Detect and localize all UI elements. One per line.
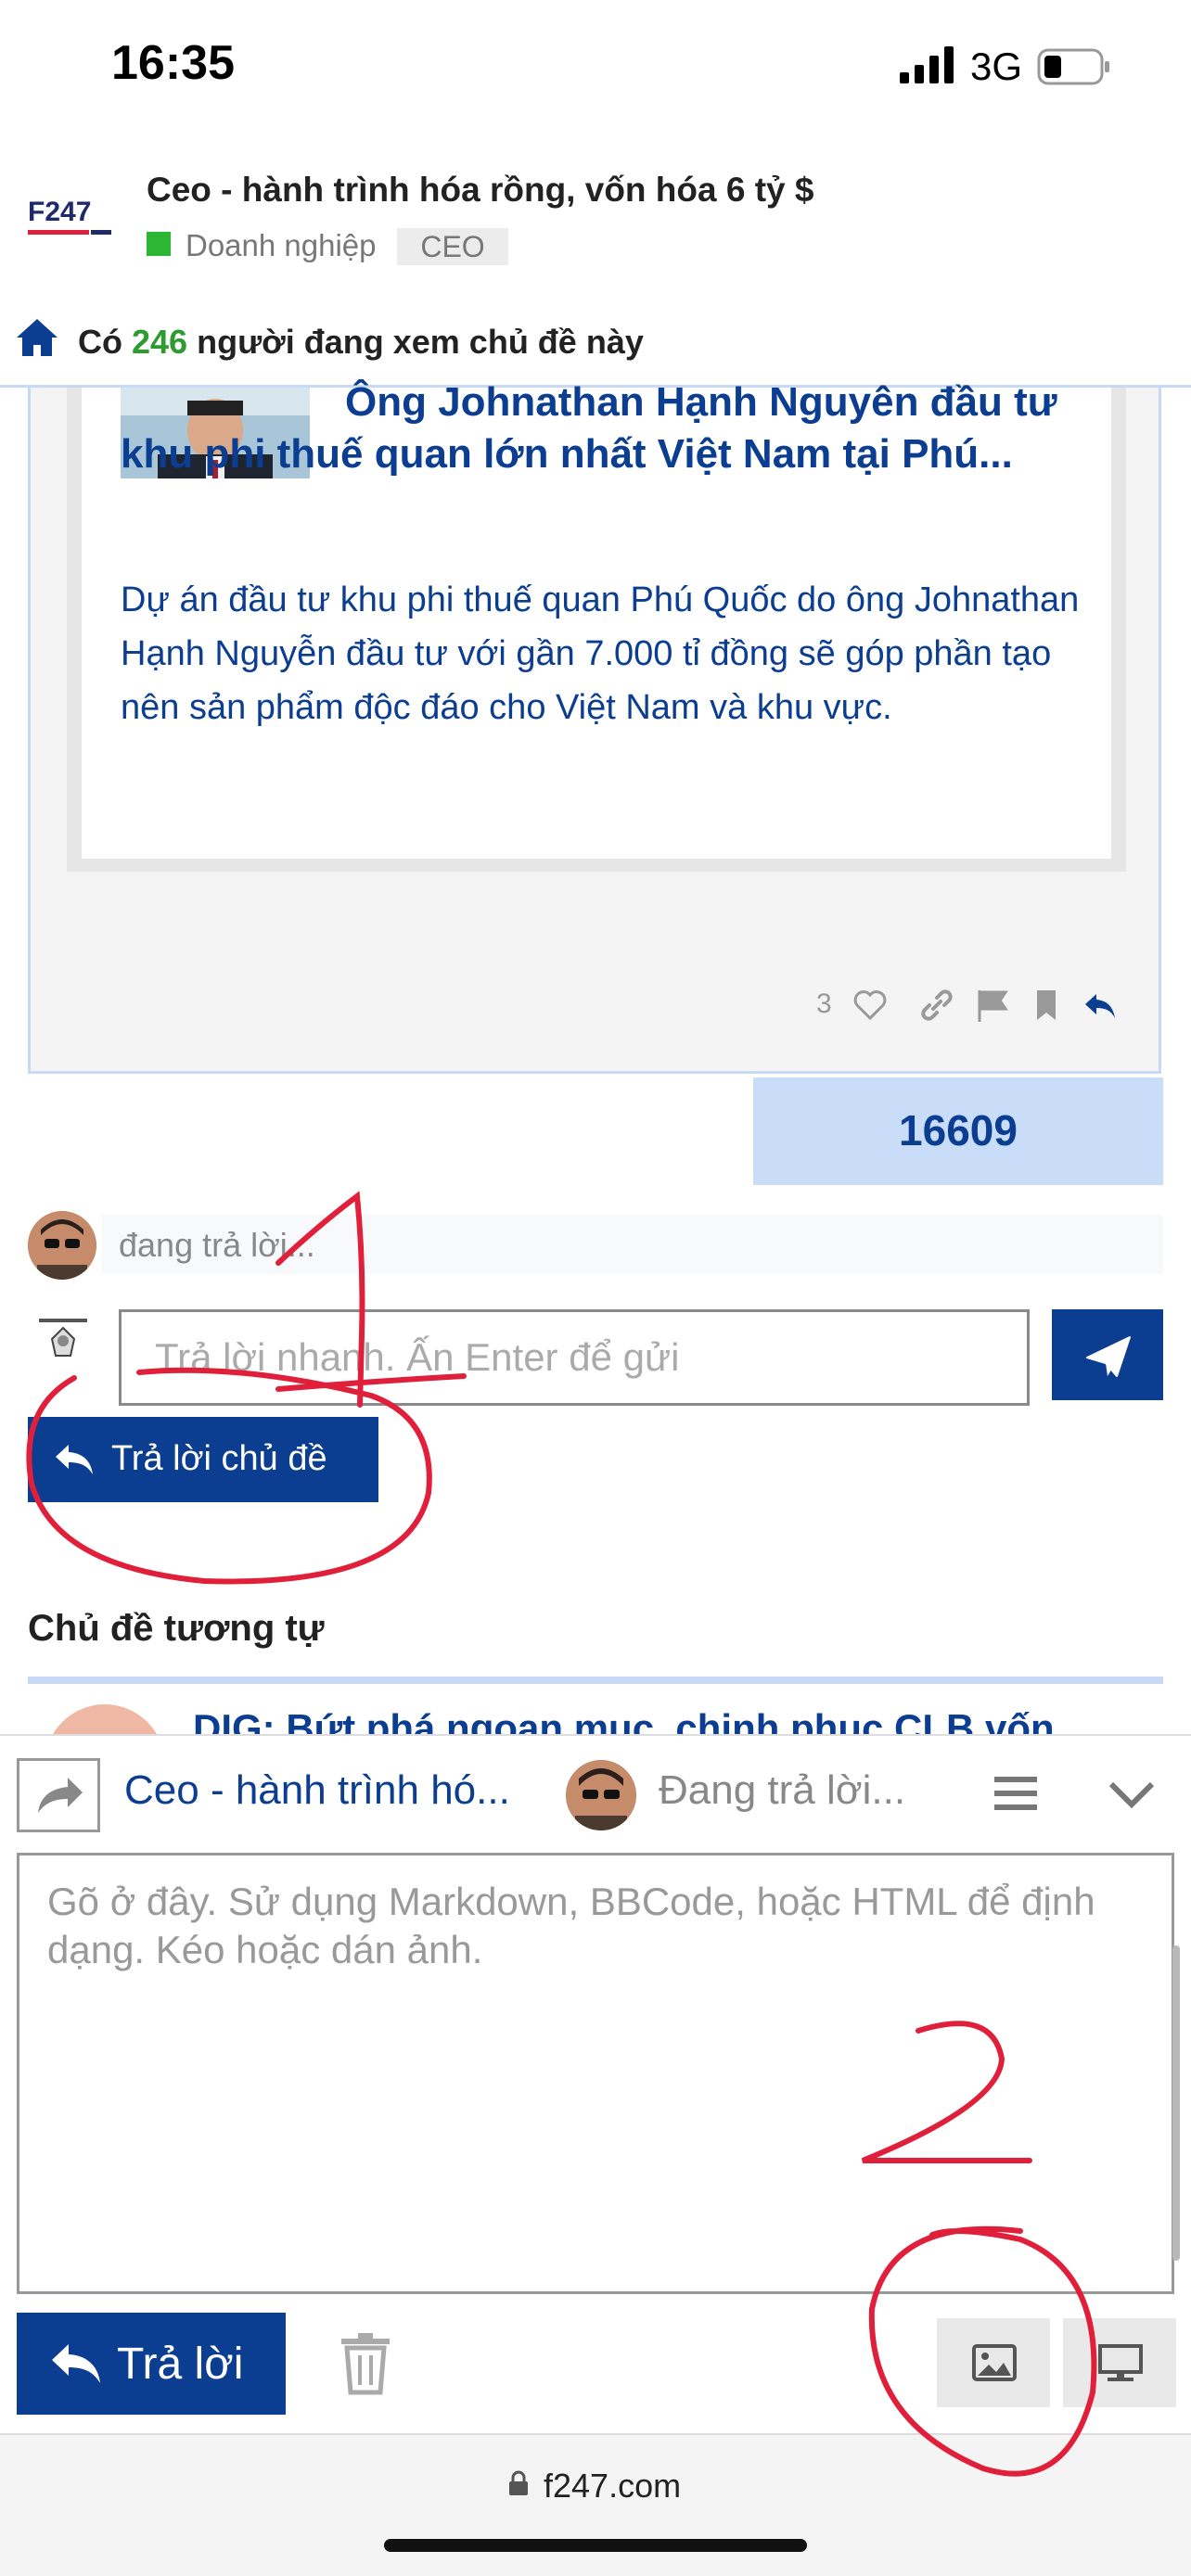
similar-topics-divider (28, 1677, 1163, 1684)
browser-url[interactable]: f247.com (544, 2467, 681, 2506)
viewers-prefix: Có (78, 323, 122, 361)
category-link[interactable]: Doanh nghiệp (186, 228, 377, 263)
battery-icon (1037, 48, 1109, 85)
typing-indicator-text: đang trả lời... (119, 1226, 315, 1264)
onebox-title-link[interactable]: Ông Johnathan Hạnh Nguyên đầu tư khu phi… (121, 376, 1085, 480)
hamburger-menu-icon[interactable] (992, 1773, 1039, 1814)
category-color-badge (147, 232, 171, 256)
f247-logo[interactable]: F247 (26, 191, 115, 243)
lock-icon (509, 2470, 528, 2495)
share-arrow-icon (38, 1778, 83, 1813)
link-icon[interactable] (918, 987, 955, 1024)
heart-icon[interactable] (852, 987, 889, 1024)
paper-plane-icon (1086, 1336, 1131, 1377)
avatar[interactable] (28, 1211, 96, 1280)
quick-reply-input[interactable] (119, 1309, 1030, 1406)
avatar[interactable] (37, 1315, 89, 1367)
composer-topic-title[interactable]: Ceo - hành trình hó... (124, 1767, 510, 1814)
composer-status: Đang trả lời... (659, 1767, 906, 1813)
scrollbar[interactable] (1172, 1945, 1180, 2261)
post-number[interactable]: 16609 (753, 1105, 1163, 1155)
topic-title[interactable]: Ceo - hành trình hóa rồng, vốn hóa 6 tỷ … (147, 171, 813, 210)
desktop-icon (1098, 2344, 1143, 2381)
composer-textarea[interactable] (17, 1853, 1174, 2294)
image-icon (972, 2344, 1017, 2381)
home-icon[interactable] (15, 317, 59, 358)
reply-icon (52, 2344, 100, 2383)
reply-to-topic-label: Trả lời chủ đề (111, 1439, 327, 1478)
status-time: 16:35 (111, 36, 235, 90)
home-indicator[interactable] (384, 2539, 807, 2552)
like-count: 3 (816, 988, 832, 1019)
tag-chip[interactable]: CEO (397, 228, 508, 265)
similar-topics-heading: Chủ đề tương tự (28, 1608, 325, 1649)
viewers-count: 246 (132, 323, 188, 361)
send-button[interactable] (1052, 1309, 1163, 1400)
svg-text:F247: F247 (28, 197, 91, 227)
network-type: 3G (970, 45, 1023, 88)
reply-button-label: Trả lời (117, 2340, 244, 2389)
cellular-signal-icon (900, 46, 954, 83)
reply-icon[interactable] (1082, 987, 1119, 1024)
reply-to-topic-button[interactable]: Trả lời chủ đề (28, 1417, 378, 1502)
flag-icon[interactable] (974, 987, 1011, 1024)
bookmark-icon[interactable] (1028, 987, 1065, 1024)
trash-icon[interactable] (338, 2331, 393, 2396)
upload-image-button[interactable] (937, 2318, 1050, 2407)
chevron-down-icon[interactable] (1106, 1773, 1158, 1814)
onebox-title-first[interactable]: Ông Johnathan Hạnh Nguyên đầu (345, 379, 1003, 425)
composer-reply-to-button[interactable] (17, 1758, 100, 1832)
avatar (566, 1760, 636, 1830)
viewers-count-text: Có 246 người đang xem chủ đề này (78, 323, 644, 362)
viewers-suffix: người đang xem chủ đề này (197, 323, 644, 361)
toggle-preview-button[interactable] (1063, 2318, 1176, 2407)
onebox-description: Dự án đầu tư khu phi thuế quan Phú Quốc … (121, 580, 1080, 727)
reply-button[interactable]: Trả lời (17, 2313, 286, 2415)
reply-icon (56, 1445, 93, 1474)
